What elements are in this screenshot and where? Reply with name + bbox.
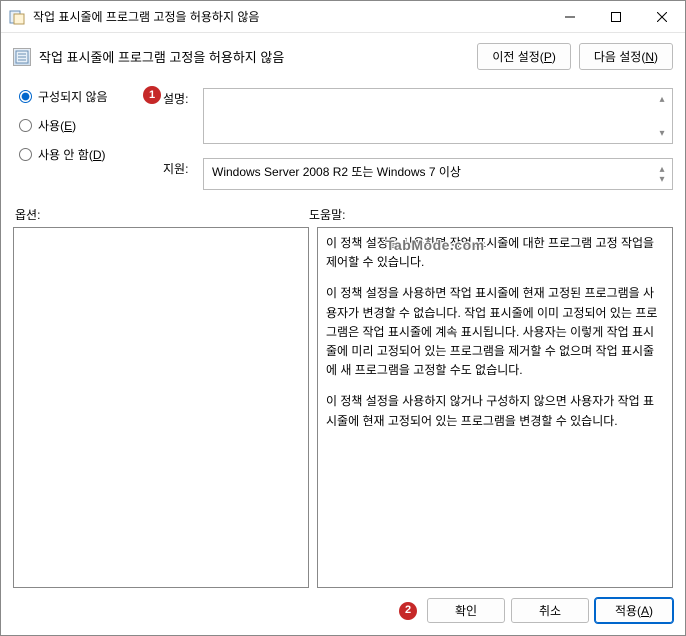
footer: 2 확인 취소 적용(A) <box>13 588 673 625</box>
apply-button[interactable]: 적용(A) <box>595 598 673 623</box>
minimize-button[interactable] <box>547 1 593 33</box>
cancel-button[interactable]: 취소 <box>511 598 589 623</box>
scroll-down-icon[interactable]: ▾ <box>654 125 670 141</box>
scroll-down-icon[interactable]: ▾ <box>654 171 670 187</box>
maximize-button[interactable] <box>593 1 639 33</box>
options-label: 옵션: <box>13 206 309 223</box>
policy-header-icon <box>13 48 31 66</box>
ok-button[interactable]: 확인 <box>427 598 505 623</box>
help-paragraph-1: 이 정책 설정을 사용하면 작업 표시줄에 대한 프로그램 고정 작업을 제어할… <box>326 234 664 272</box>
description-label: 설명: <box>163 88 195 144</box>
page-title: 작업 표시줄에 프로그램 고정을 허용하지 않음 <box>39 47 469 66</box>
radio-not-configured-label: 구성되지 않음 <box>38 88 108 105</box>
scroll-up-icon[interactable]: ▴ <box>654 91 670 107</box>
radio-not-configured[interactable]: 구성되지 않음 1 <box>19 88 153 105</box>
next-setting-button[interactable]: 다음 설정(N) <box>579 43 673 70</box>
support-label: 지원: <box>163 158 195 190</box>
annotation-marker-1: 1 <box>143 86 161 104</box>
radio-disabled-input[interactable] <box>19 148 32 161</box>
header-row: 작업 표시줄에 프로그램 고정을 허용하지 않음 이전 설정(P) 다음 설정(… <box>13 43 673 70</box>
window-title: 작업 표시줄에 프로그램 고정을 허용하지 않음 <box>33 8 547 25</box>
support-field: Windows Server 2008 R2 또는 Windows 7 이상 ▴… <box>203 158 673 190</box>
radio-group: 구성되지 않음 1 사용(E) 사용 안 함(D) <box>13 88 153 190</box>
annotation-marker-2: 2 <box>399 602 417 620</box>
previous-setting-button[interactable]: 이전 설정(P) <box>477 43 571 70</box>
help-label: 도움말: <box>309 206 345 223</box>
close-button[interactable] <box>639 1 685 33</box>
help-paragraph-2: 이 정책 설정을 사용하면 작업 표시줄에 현재 고정된 프로그램을 사용자가 … <box>326 284 664 380</box>
radio-disabled[interactable]: 사용 안 함(D) <box>19 146 153 163</box>
radio-enabled-label: 사용(E) <box>38 117 76 134</box>
support-value: Windows Server 2008 R2 또는 Windows 7 이상 <box>212 165 461 179</box>
options-pane <box>13 227 309 588</box>
radio-enabled[interactable]: 사용(E) <box>19 117 153 134</box>
window-controls <box>547 1 685 33</box>
titlebar: 작업 표시줄에 프로그램 고정을 허용하지 않음 <box>1 1 685 33</box>
policy-icon <box>9 9 25 25</box>
radio-disabled-label: 사용 안 함(D) <box>38 146 106 163</box>
radio-enabled-input[interactable] <box>19 119 32 132</box>
help-paragraph-3: 이 정책 설정을 사용하지 않거나 구성하지 않으면 사용자가 작업 표시줄에 … <box>326 392 664 430</box>
help-pane: TabMode.com 이 정책 설정을 사용하면 작업 표시줄에 대한 프로그… <box>317 227 673 588</box>
description-field[interactable]: ▴ ▾ <box>203 88 673 144</box>
radio-not-configured-input[interactable] <box>19 90 32 103</box>
